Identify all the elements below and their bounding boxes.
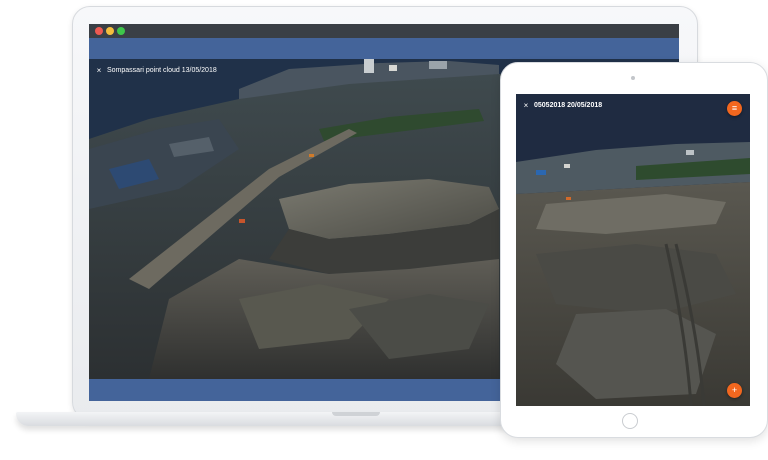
viewer-header: × Sompassari point cloud 13/05/2018 [89,59,679,81]
tablet-viewer-header: × 05052018 20/05/2018 [516,94,750,116]
viewer-title: Sompassari point cloud 13/05/2018 [107,66,217,74]
menu-button[interactable]: ≡ [727,101,742,116]
tablet-point-cloud-render[interactable] [516,94,750,406]
close-icon[interactable]: × [518,101,534,110]
home-button[interactable] [622,413,638,429]
window-titlebar [89,24,679,38]
minimize-window-dot[interactable] [106,27,114,35]
maximize-window-dot[interactable] [117,27,125,35]
laptop-notch [332,412,380,416]
tablet-screen[interactable]: × 05052018 20/05/2018 ≡ + [516,94,750,406]
close-icon[interactable]: × [91,66,107,75]
add-button[interactable]: + [727,383,742,398]
close-window-dot[interactable] [95,27,103,35]
tablet-viewer-title: 05052018 20/05/2018 [534,101,603,109]
tablet-frame: × 05052018 20/05/2018 ≡ + [500,62,768,438]
